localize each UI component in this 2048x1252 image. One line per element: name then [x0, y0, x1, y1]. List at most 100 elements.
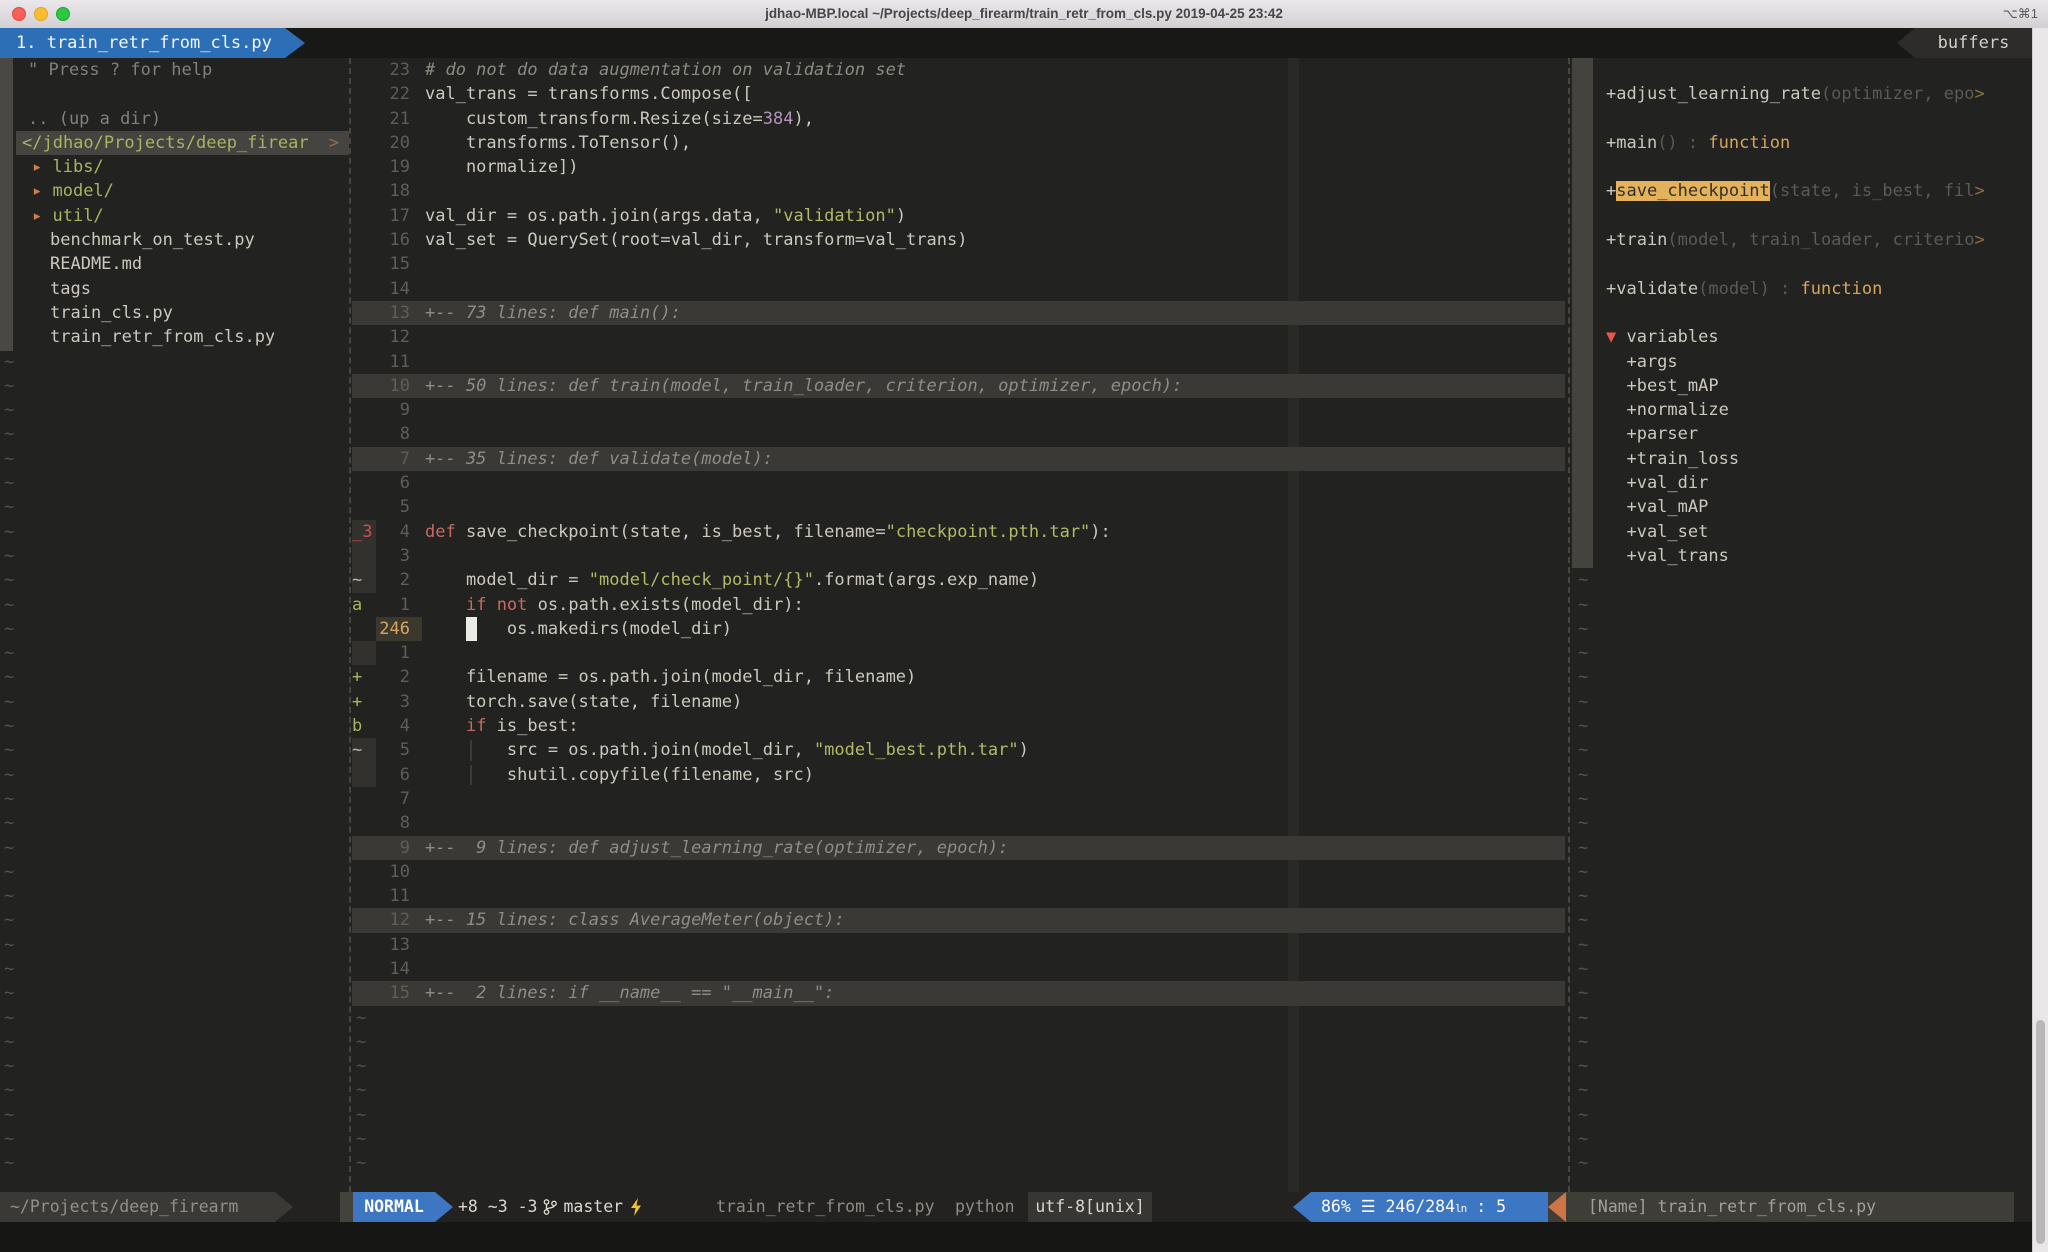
- window-separator-left[interactable]: [349, 58, 351, 1192]
- gutter-sign: [352, 277, 376, 301]
- code-line[interactable]: 8: [352, 422, 1565, 446]
- vertical-scrollbar-thumb[interactable]: [2036, 1020, 2045, 1244]
- tag-item[interactable]: [1572, 58, 2032, 82]
- code-line[interactable]: 14: [352, 957, 1565, 981]
- tree-item[interactable]: " Press ? for help: [0, 58, 349, 82]
- folded-code-line[interactable]: 7+-- 35 lines: def validate(model):: [352, 447, 1565, 471]
- folded-code-line[interactable]: 12+-- 15 lines: class AverageMeter(objec…: [352, 908, 1565, 932]
- tag-item[interactable]: +save_checkpoint(state, is_best, fil>: [1572, 179, 2032, 203]
- tagbar-outline-panel: +adjust_learning_rate(optimizer, epo> +ma…: [1572, 58, 2032, 1192]
- scroll-percent: 86%: [1321, 1197, 1351, 1216]
- tag-item[interactable]: [1572, 204, 2032, 228]
- code-line[interactable]: 10: [352, 860, 1565, 884]
- tag-item[interactable]: +val_set: [1572, 520, 2032, 544]
- code-line[interactable]: 21 custom_transform.Resize(size=384),: [352, 107, 1565, 131]
- tree-item[interactable]: ▸ model/: [0, 179, 349, 203]
- tag-item[interactable]: +normalize: [1572, 398, 2032, 422]
- folded-code-line[interactable]: 9+-- 9 lines: def adjust_learning_rate(o…: [352, 836, 1565, 860]
- code-line[interactable]: a1 if not os.path.exists(model_dir):: [352, 593, 1565, 617]
- code-line[interactable]: 3: [352, 544, 1565, 568]
- code-line[interactable]: 8: [352, 811, 1565, 835]
- tree-item[interactable]: train_cls.py: [0, 301, 349, 325]
- tag-item[interactable]: +train(model, train_loader, criterio>: [1572, 228, 2032, 252]
- gutter-sign: [352, 884, 376, 908]
- tag-item[interactable]: +adjust_learning_rate(optimizer, epo>: [1572, 82, 2032, 106]
- tag-item[interactable]: +main() : function: [1572, 131, 2032, 155]
- indent-guide: [470, 740, 472, 760]
- code-line[interactable]: 23# do not do data augmentation on valid…: [352, 58, 1565, 82]
- code-line[interactable]: +3 torch.save(state, filename): [352, 690, 1565, 714]
- code-line[interactable]: 16val_set = QuerySet(root=val_dir, trans…: [352, 228, 1565, 252]
- tag-item[interactable]: +parser: [1572, 422, 2032, 446]
- line-number: 15: [376, 252, 422, 276]
- tag-item[interactable]: [1572, 107, 2032, 131]
- trigram-icon: ☰: [1361, 1197, 1376, 1216]
- tag-item[interactable]: +val_trans: [1572, 544, 2032, 568]
- code-line[interactable]: 6 shutil.copyfile(filename, src): [352, 763, 1565, 787]
- tree-item[interactable]: benchmark_on_test.py: [0, 228, 349, 252]
- code-line[interactable]: b4 if is_best:: [352, 714, 1565, 738]
- command-line[interactable]: [0, 1222, 2048, 1252]
- folded-code-line[interactable]: 10+-- 50 lines: def train(model, train_l…: [352, 374, 1565, 398]
- code-line[interactable]: 12: [352, 325, 1565, 349]
- empty-line-tilde: ~: [352, 1006, 1565, 1030]
- col-separator: :: [1476, 1197, 1486, 1216]
- empty-line-tilde: ~: [352, 1054, 1565, 1078]
- code-line[interactable]: 7: [352, 787, 1565, 811]
- tab-train-retr-from-cls[interactable]: 1. train_retr_from_cls.py: [0, 28, 285, 58]
- code-line[interactable]: 22val_trans = transforms.Compose([: [352, 82, 1565, 106]
- tree-root-item[interactable]: </jdhao/Projects/deep_firear>: [16, 131, 349, 155]
- code-line[interactable]: 15: [352, 252, 1565, 276]
- folded-code-line[interactable]: 13+-- 73 lines: def main():: [352, 301, 1565, 325]
- tag-item[interactable]: [1572, 252, 2032, 276]
- code-line[interactable]: 11: [352, 350, 1565, 374]
- code-line[interactable]: 246 os.makedirs(model_dir): [352, 617, 1565, 641]
- line-number: 22: [376, 82, 422, 106]
- code-line[interactable]: 1: [352, 641, 1565, 665]
- tag-item[interactable]: +args: [1572, 350, 2032, 374]
- code-line[interactable]: 6: [352, 471, 1565, 495]
- tag-item[interactable]: [1572, 155, 2032, 179]
- folded-code-line[interactable]: 15+-- 2 lines: if __name__ == "__main__"…: [352, 981, 1565, 1005]
- editor-main-area: " Press ? for help .. (up a dir)</jdhao/P…: [0, 58, 2048, 1192]
- nerdtree-scrollbar-thumb[interactable]: [0, 58, 13, 351]
- empty-line-tilde: ~: [1572, 787, 2032, 811]
- code-line[interactable]: 19 normalize]): [352, 155, 1565, 179]
- tree-item[interactable]: train_retr_from_cls.py: [0, 325, 349, 349]
- code-line[interactable]: 14: [352, 277, 1565, 301]
- tree-item[interactable]: ▸ util/: [0, 204, 349, 228]
- tag-item[interactable]: +val_mAP: [1572, 495, 2032, 519]
- tag-item[interactable]: +best_mAP: [1572, 374, 2032, 398]
- tag-item[interactable]: +val_dir: [1572, 471, 2032, 495]
- line-number: 11: [376, 350, 422, 374]
- code-line[interactable]: _34def save_checkpoint(state, is_best, f…: [352, 520, 1565, 544]
- tag-item[interactable]: +train_loss: [1572, 447, 2032, 471]
- gutter-sign: [352, 350, 376, 374]
- code-line[interactable]: 18: [352, 179, 1565, 203]
- nerdtree-file-explorer: " Press ? for help .. (up a dir)</jdhao/P…: [0, 58, 349, 1192]
- mode-arrow-icon: [435, 1192, 453, 1222]
- tag-item[interactable]: [1572, 301, 2032, 325]
- tree-item[interactable]: [0, 82, 349, 106]
- code-line[interactable]: 5: [352, 495, 1565, 519]
- vertical-scrollbar[interactable]: [2032, 28, 2048, 1252]
- empty-line-tilde: ~: [0, 398, 349, 422]
- empty-line-tilde: ~: [0, 1151, 349, 1175]
- code-line[interactable]: 13: [352, 933, 1565, 957]
- tag-item[interactable]: +validate(model) : function: [1572, 277, 2032, 301]
- code-line[interactable]: ~2 model_dir = "model/check_point/{}".fo…: [352, 568, 1565, 592]
- code-line[interactable]: 9: [352, 398, 1565, 422]
- code-line[interactable]: 11: [352, 884, 1565, 908]
- tree-item[interactable]: README.md: [0, 252, 349, 276]
- tree-item[interactable]: tags: [0, 277, 349, 301]
- code-line[interactable]: 17val_dir = os.path.join(args.data, "val…: [352, 204, 1565, 228]
- code-line[interactable]: ~5 src = os.path.join(model_dir, "model_…: [352, 738, 1565, 762]
- window-separator-right[interactable]: [1568, 58, 1570, 1192]
- code-line[interactable]: 20 transforms.ToTensor(),: [352, 131, 1565, 155]
- gutter-sign: [352, 107, 376, 131]
- buffers-powerline-arrow-icon: [1897, 28, 1915, 58]
- tree-item[interactable]: .. (up a dir): [0, 107, 349, 131]
- tag-item[interactable]: ▼ variables: [1572, 325, 2032, 349]
- tree-item[interactable]: ▸ libs/: [0, 155, 349, 179]
- code-line[interactable]: +2 filename = os.path.join(model_dir, fi…: [352, 665, 1565, 689]
